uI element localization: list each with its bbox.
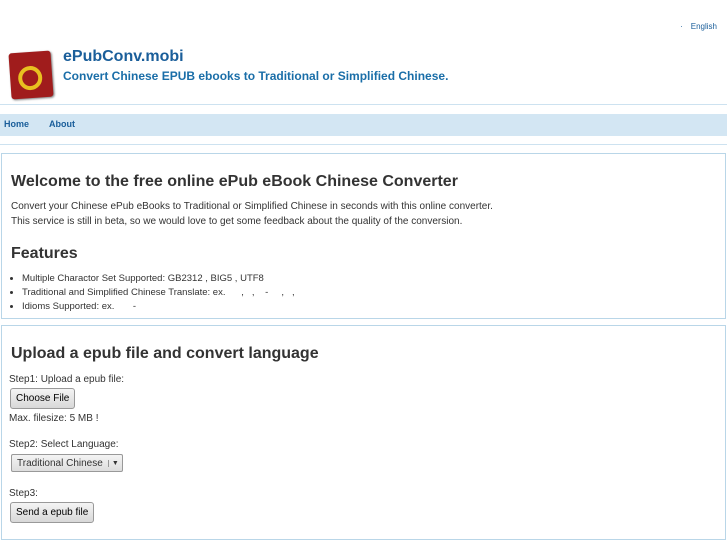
choose-file-button[interactable]: Choose File (10, 388, 76, 409)
site-title[interactable]: ePubConv.mobi (63, 48, 184, 66)
logo[interactable] (8, 50, 54, 100)
welcome-section: Welcome to the free online ePub eBook Ch… (1, 153, 726, 319)
features-list: Multiple Charactor Set Supported: GB2312… (2, 272, 295, 314)
welcome-title: Welcome to the free online ePub eBook Ch… (11, 173, 458, 190)
step1-label: Step1: Upload a epub file: (9, 374, 125, 385)
divider (0, 104, 727, 105)
nav-bar: Home About (0, 114, 727, 136)
max-filesize: Max. filesize: 5 MB ! (9, 413, 99, 424)
intro-line-2: This service is still in beta, so we wou… (11, 216, 463, 227)
upload-section: Upload a epub file and convert language (1, 325, 726, 540)
nav-about[interactable]: About (49, 119, 75, 129)
step3-label: Step3: (9, 488, 38, 499)
intro-line-1: Convert your Chinese ePub eBooks to Trad… (11, 201, 493, 212)
nav-home[interactable]: Home (4, 119, 29, 129)
divider (0, 144, 727, 145)
feature-item: Traditional and Simplified Chinese Trans… (22, 286, 295, 300)
language-switcher: · English (680, 22, 717, 31)
site-subtitle: Convert Chinese EPUB ebooks to Tradition… (63, 69, 449, 83)
chevron-down-icon: ▼ (107, 459, 122, 467)
feature-item: Idioms Supported: ex. - (22, 300, 295, 314)
language-select[interactable]: Traditional Chinese ▼ (11, 454, 123, 472)
lang-english[interactable]: English (691, 22, 717, 31)
language-select-value: Traditional Chinese (17, 457, 103, 469)
features-title: Features (11, 245, 78, 262)
upload-title: Upload a epub file and convert language (11, 345, 319, 362)
step2-label: Step2: Select Language: (9, 439, 119, 450)
feature-item: Multiple Charactor Set Supported: GB2312… (22, 272, 295, 286)
send-epub-button[interactable]: Send a epub file (10, 502, 95, 523)
